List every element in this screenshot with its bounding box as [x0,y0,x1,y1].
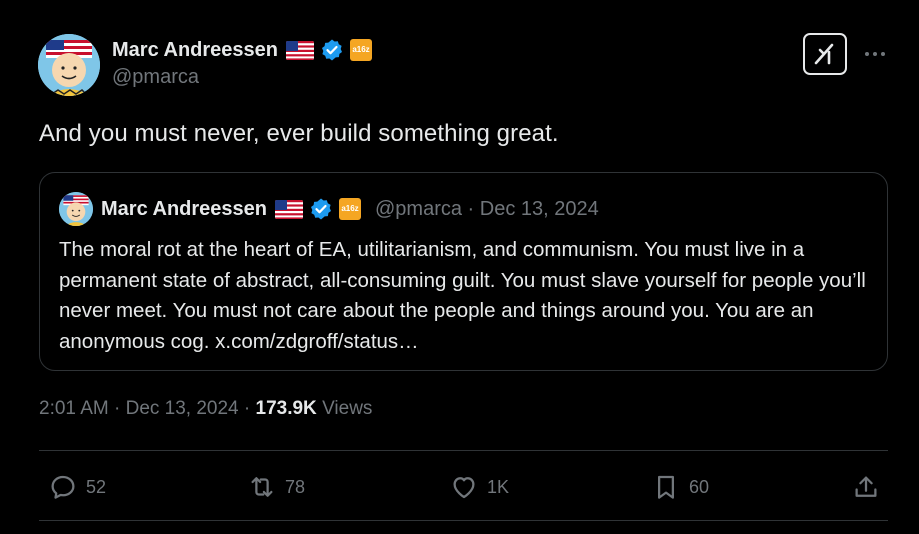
divider-bottom [39,520,888,521]
quoted-tweet-header: Marc Andreessen a16z @pmarca · Dec 13, 2… [101,195,599,223]
repost-icon [251,477,273,497]
author-avatar[interactable] [38,34,100,96]
views-label: Views [316,398,373,419]
verified-badge-icon[interactable] [320,38,344,62]
quoted-author-avatar [59,192,93,226]
share-icon [855,476,877,497]
us-flag-icon [286,40,314,60]
bookmark-icon [658,475,674,499]
author-name-row: Marc Andreessen a16z [112,36,372,64]
like-count: 1K [487,476,510,497]
like-button[interactable]: 1K [449,470,509,504]
a16z-badge-icon[interactable]: a16z [350,39,372,61]
quoted-author-name: Marc Andreessen [101,197,267,220]
quoted-tweet-text: The moral rot at the heart of EA, utilit… [59,238,866,353]
us-flag-icon [275,199,303,219]
share-button[interactable] [851,470,881,504]
quoted-handle-date: @pmarca · Dec 13, 2024 [375,197,599,220]
views-count: 173.9K [255,398,317,419]
tweet-text: And you must never, ever build something… [39,120,559,147]
repost-button[interactable]: 78 [247,470,305,504]
tweet: Marc Andreessen a16z @pmarca And you mus… [0,0,919,534]
reply-icon [51,475,75,499]
reply-button[interactable]: 52 [48,470,106,504]
author-name[interactable]: Marc Andreessen [112,39,278,62]
reply-count: 52 [86,476,107,497]
repost-count: 78 [285,476,306,497]
divider-top [39,450,888,451]
grok-button[interactable] [803,33,847,75]
bookmark-count: 60 [689,476,710,497]
more-icon[interactable] [862,44,888,64]
tweet-timestamp-views: 2:01 AM · Dec 13, 2024 · 173.9K Views [39,398,372,420]
author-handle[interactable]: @pmarca [112,66,199,89]
heart-icon [453,477,475,499]
tweet-timestamp[interactable]: 2:01 AM · Dec 13, 2024 · [39,398,256,419]
bookmark-button[interactable]: 60 [651,470,709,504]
grok-icon [814,43,834,65]
a16z-badge-icon: a16z [339,198,361,220]
quoted-tweet-card[interactable]: Marc Andreessen a16z @pmarca · Dec 13, 2… [39,172,888,371]
verified-badge-icon [309,197,333,221]
